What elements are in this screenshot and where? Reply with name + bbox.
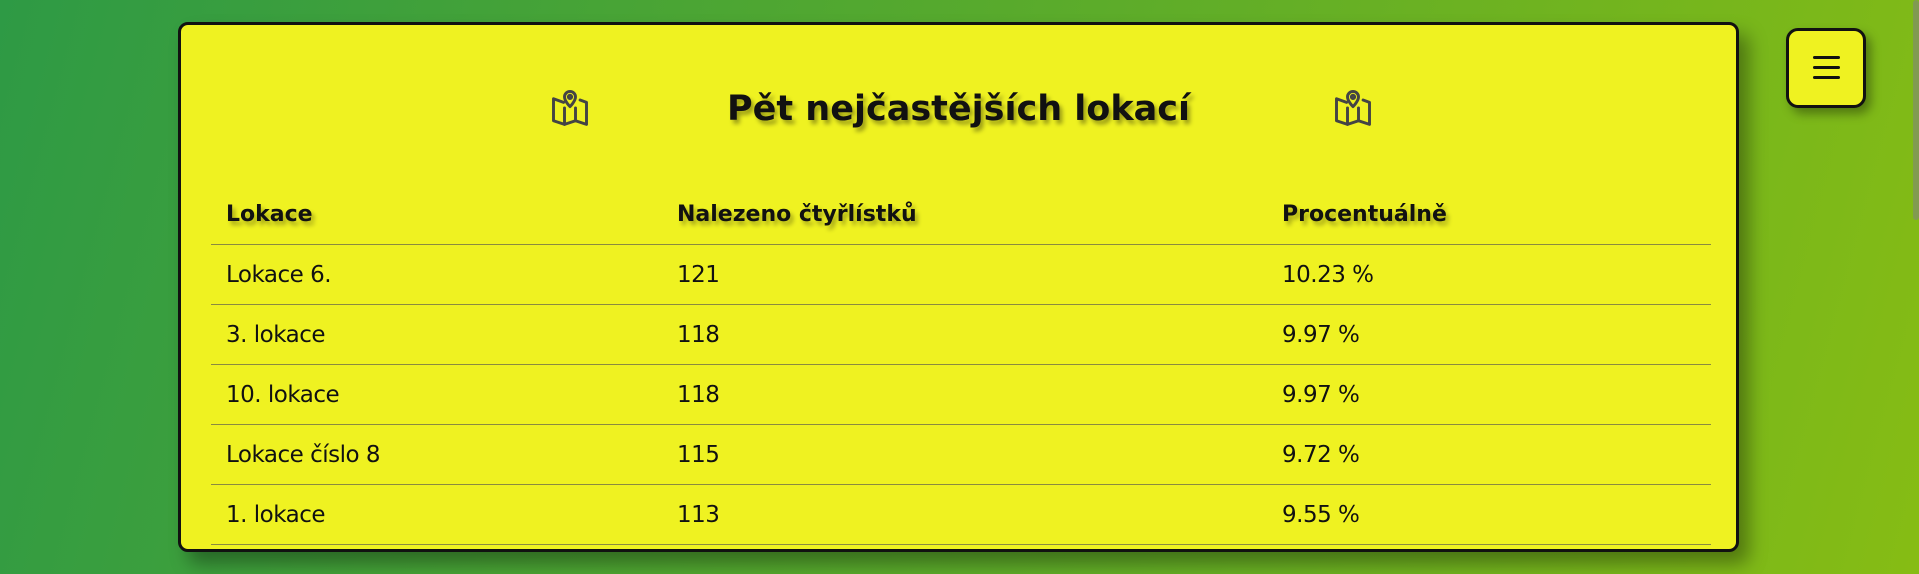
location-cell: Lokace 6. — [211, 244, 662, 305]
panel-title: Pět nejčastějších lokací — [727, 89, 1190, 129]
table-row: 1. lokace 113 9.55 % — [211, 484, 1711, 545]
table-row: Lokace číslo 8 115 9.72 % — [211, 424, 1711, 485]
count-cell: 115 — [662, 424, 1267, 485]
percentage-cell: 10.23 % — [1267, 244, 1711, 305]
count-cell: 118 — [662, 304, 1267, 365]
table-row: 3. lokace 118 9.97 % — [211, 304, 1711, 365]
location-cell: 1. lokace — [211, 484, 662, 545]
percentage-cell: 9.55 % — [1267, 484, 1711, 545]
location-cell: 10. lokace — [211, 364, 662, 425]
count-cell: 113 — [662, 484, 1267, 545]
count-cell: 118 — [662, 364, 1267, 425]
table-header-row: Lokace Nalezeno čtyřlístků Procentuálně — [211, 185, 1711, 245]
hamburger-menu-icon — [1813, 76, 1840, 79]
hamburger-menu-icon — [1813, 66, 1840, 69]
column-header-found-count: Nalezeno čtyřlístků — [662, 185, 1267, 245]
table-row: Lokace 6. 121 10.23 % — [211, 244, 1711, 305]
percentage-cell: 9.72 % — [1267, 424, 1711, 485]
hamburger-menu-icon — [1813, 56, 1840, 59]
map-pin-icon — [1335, 89, 1371, 126]
column-header-location: Lokace — [211, 185, 662, 245]
percentage-cell: 9.97 % — [1267, 304, 1711, 365]
top-locations-panel: Pět nejčastějších lokací Lokace Nalezeno… — [178, 22, 1739, 552]
table-row: 10. lokace 118 9.97 % — [211, 364, 1711, 425]
column-header-percentage: Procentuálně — [1267, 185, 1711, 245]
location-cell: 3. lokace — [211, 304, 662, 365]
count-cell: 121 — [662, 244, 1267, 305]
page-scrollbar[interactable] — [1913, 0, 1919, 220]
menu-button[interactable] — [1786, 28, 1866, 108]
location-cell: Lokace číslo 8 — [211, 424, 662, 485]
locations-table: Lokace Nalezeno čtyřlístků Procentuálně … — [211, 185, 1711, 545]
percentage-cell: 9.97 % — [1267, 364, 1711, 425]
